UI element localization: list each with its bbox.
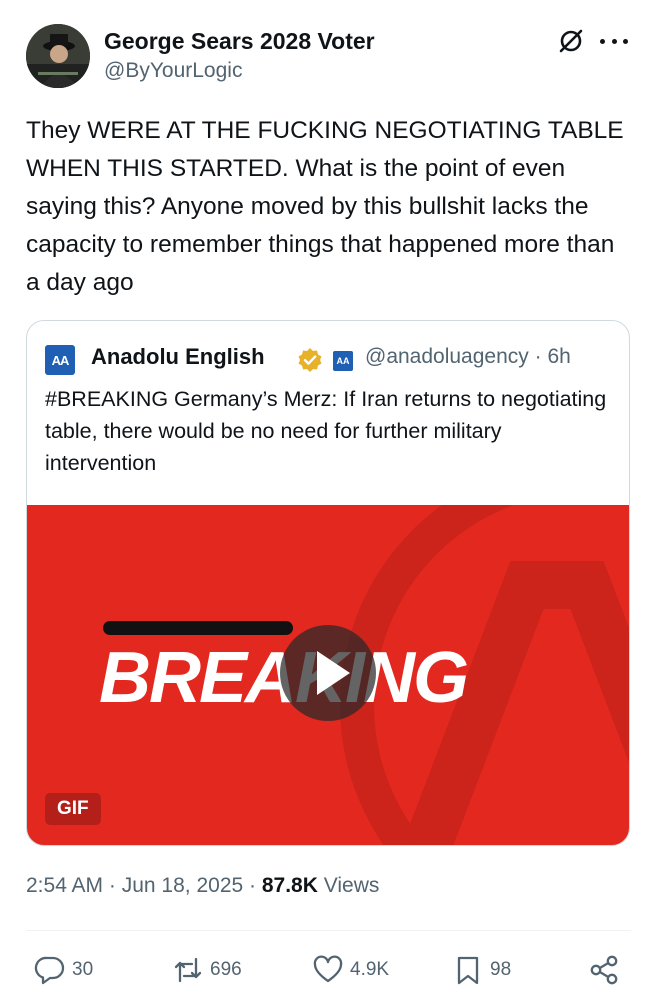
- more-icon[interactable]: [600, 28, 628, 54]
- quoted-post[interactable]: AA Anadolu English AA @anadoluagency · 6…: [26, 320, 630, 846]
- quoted-post-text: #BREAKING Germany’s Merz: If Iran return…: [45, 387, 607, 475]
- more-dot: [623, 38, 628, 44]
- avatar[interactable]: [26, 24, 90, 88]
- divider: [26, 930, 631, 931]
- post-date[interactable]: Jun 18, 2025: [122, 874, 243, 897]
- like-icon: [313, 955, 343, 983]
- bookmark-icon: [457, 956, 479, 985]
- reply-icon: [34, 956, 65, 985]
- media-bar: [103, 621, 293, 635]
- gif-badge: GIF: [45, 793, 101, 825]
- more-dot: [600, 38, 605, 44]
- action-bar: 30 696 4.9K 98: [26, 952, 631, 988]
- views-label: Views: [323, 874, 380, 897]
- repost-button[interactable]: 696: [172, 952, 242, 988]
- more-dot: [611, 38, 617, 44]
- affiliate-badge-icon: AA: [333, 351, 353, 371]
- reply-button[interactable]: 30: [34, 952, 93, 988]
- post-header: George Sears 2028 Voter @ByYourLogic: [26, 24, 631, 90]
- bookmark-count: 98: [490, 959, 512, 980]
- author-name[interactable]: George Sears 2028 Voter: [104, 28, 375, 55]
- quoted-author-name[interactable]: Anadolu English: [91, 344, 265, 370]
- post-meta: 2:54 AM · Jun 18, 2025 · 87.8K Views: [26, 874, 379, 898]
- author-handle[interactable]: @ByYourLogic: [104, 59, 242, 83]
- meta-separator: ·: [103, 874, 122, 897]
- quoted-post-header: AA Anadolu English AA @anadoluagency · 6…: [45, 343, 625, 375]
- repost-icon: [174, 957, 202, 983]
- share-icon: [590, 955, 618, 985]
- verified-badge-icon: [297, 347, 323, 373]
- quoted-avatar[interactable]: AA: [45, 345, 75, 375]
- post-time[interactable]: 2:54 AM: [26, 874, 103, 897]
- meta-separator: ·: [243, 874, 262, 897]
- bookmark-button[interactable]: 98: [452, 952, 511, 988]
- quoted-media-gif[interactable]: BREAKING GIF: [27, 505, 629, 845]
- views-count: 87.8K: [261, 874, 318, 897]
- post-text: They WERE AT THE FUCKING NEGOTIATING TAB…: [26, 117, 624, 296]
- grok-icon[interactable]: [558, 28, 584, 54]
- quoted-handle-time: @anadoluagency · 6h: [365, 345, 571, 368]
- like-button[interactable]: 4.9K: [312, 952, 389, 988]
- reply-count: 30: [72, 959, 94, 980]
- repost-count: 696: [210, 959, 242, 980]
- play-icon[interactable]: [280, 625, 376, 721]
- share-button[interactable]: [588, 952, 626, 988]
- like-count: 4.9K: [350, 959, 390, 980]
